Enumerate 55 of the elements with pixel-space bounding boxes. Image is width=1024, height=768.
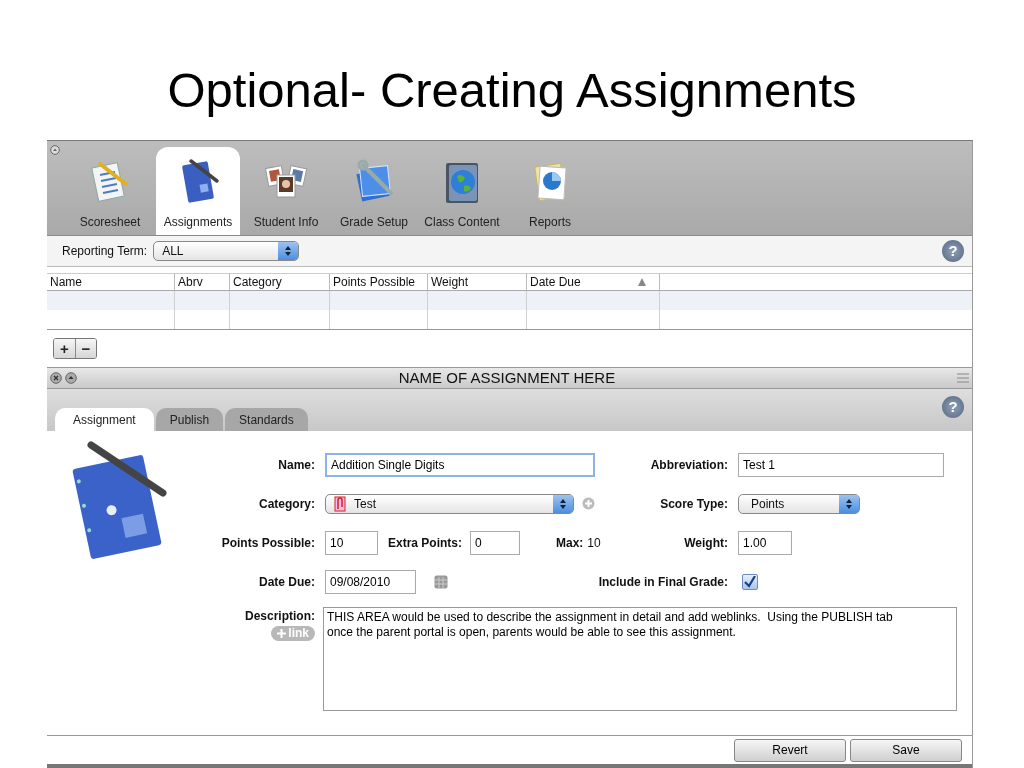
minimize-icon[interactable] — [65, 372, 77, 384]
score-type-select[interactable]: Points — [738, 493, 860, 514]
add-button[interactable]: + — [54, 339, 75, 358]
reporting-term-select[interactable]: ALL — [153, 241, 300, 261]
toolbar-tab[interactable]: Student Info — [244, 147, 328, 235]
panel-title: NAME OF ASSIGNMENT HERE — [397, 367, 617, 388]
grip-icon[interactable] — [957, 373, 969, 383]
check-icon — [744, 575, 756, 588]
column-header[interactable]: Points Possible — [330, 274, 428, 290]
tab[interactable]: Assignment — [55, 408, 154, 431]
calendar-icon[interactable] — [434, 574, 448, 589]
toolbar-tab[interactable]: Assignments — [156, 147, 240, 235]
field-label: Abbreviation: — [649, 456, 729, 474]
stepper-icon — [845, 497, 853, 510]
description-field[interactable]: THIS AREA would be used to describe the assignment in detail and add weblinks. Using the PUBLISH tab once the parent portal is open, parents would be able to see this assignment. — [323, 607, 957, 711]
paperclip-icon — [334, 495, 346, 512]
toolbar-tab[interactable]: Grade Setup — [332, 147, 416, 235]
tab[interactable]: Standards — [225, 408, 308, 431]
name-field[interactable]: Addition Single Digits — [325, 452, 595, 477]
field-label: Category: — [258, 495, 315, 513]
remove-button[interactable]: − — [75, 339, 96, 358]
column-header[interactable]: Category — [230, 274, 330, 290]
toolbar-tab[interactable]: Scoresheet — [68, 147, 152, 235]
abbreviation-field[interactable]: Test 1 — [738, 452, 944, 477]
weight-field[interactable]: 1.00 — [738, 530, 792, 555]
category-select[interactable]: Test — [325, 493, 575, 514]
field-label: Name: — [277, 456, 315, 474]
column-header[interactable]: Abrv — [175, 274, 230, 290]
extra-points-field[interactable]: 0 — [470, 530, 520, 555]
footer-button[interactable]: Revert — [734, 738, 846, 762]
window-button-icon[interactable] — [50, 145, 60, 155]
stepper-icon — [284, 245, 293, 257]
plus-icon — [277, 629, 287, 638]
toolbar-tab[interactable]: Reports — [508, 147, 592, 235]
field-label: Description: — [244, 608, 315, 625]
field-label: Extra Points: — [388, 534, 462, 552]
field-label: Max: — [556, 534, 584, 552]
field-label: Points Possible: — [220, 534, 315, 552]
close-icon[interactable] — [50, 372, 62, 384]
footer-button[interactable]: Save — [850, 738, 962, 762]
column-header[interactable]: Weight — [428, 274, 527, 290]
toolbar-tab[interactable]: Class Content — [420, 147, 504, 235]
points-field[interactable]: 10 — [325, 530, 378, 555]
column-header[interactable]: Date Due — [527, 274, 660, 290]
column-header[interactable]: Name — [47, 274, 175, 290]
field-label: Score Type: — [659, 495, 729, 513]
field-label: Reporting Term: — [62, 243, 148, 260]
slide-title: Optional- Creating Assignments — [167, 66, 857, 115]
field-label: Date Due: — [258, 573, 315, 591]
include-checkbox[interactable] — [742, 573, 758, 590]
max-value: 10 — [587, 534, 601, 552]
field-label: Include in Final Grade: — [597, 573, 729, 591]
tab[interactable]: Publish — [155, 408, 224, 431]
date-field[interactable]: 09/08/2010 — [325, 569, 416, 594]
stepper-icon — [559, 497, 568, 510]
